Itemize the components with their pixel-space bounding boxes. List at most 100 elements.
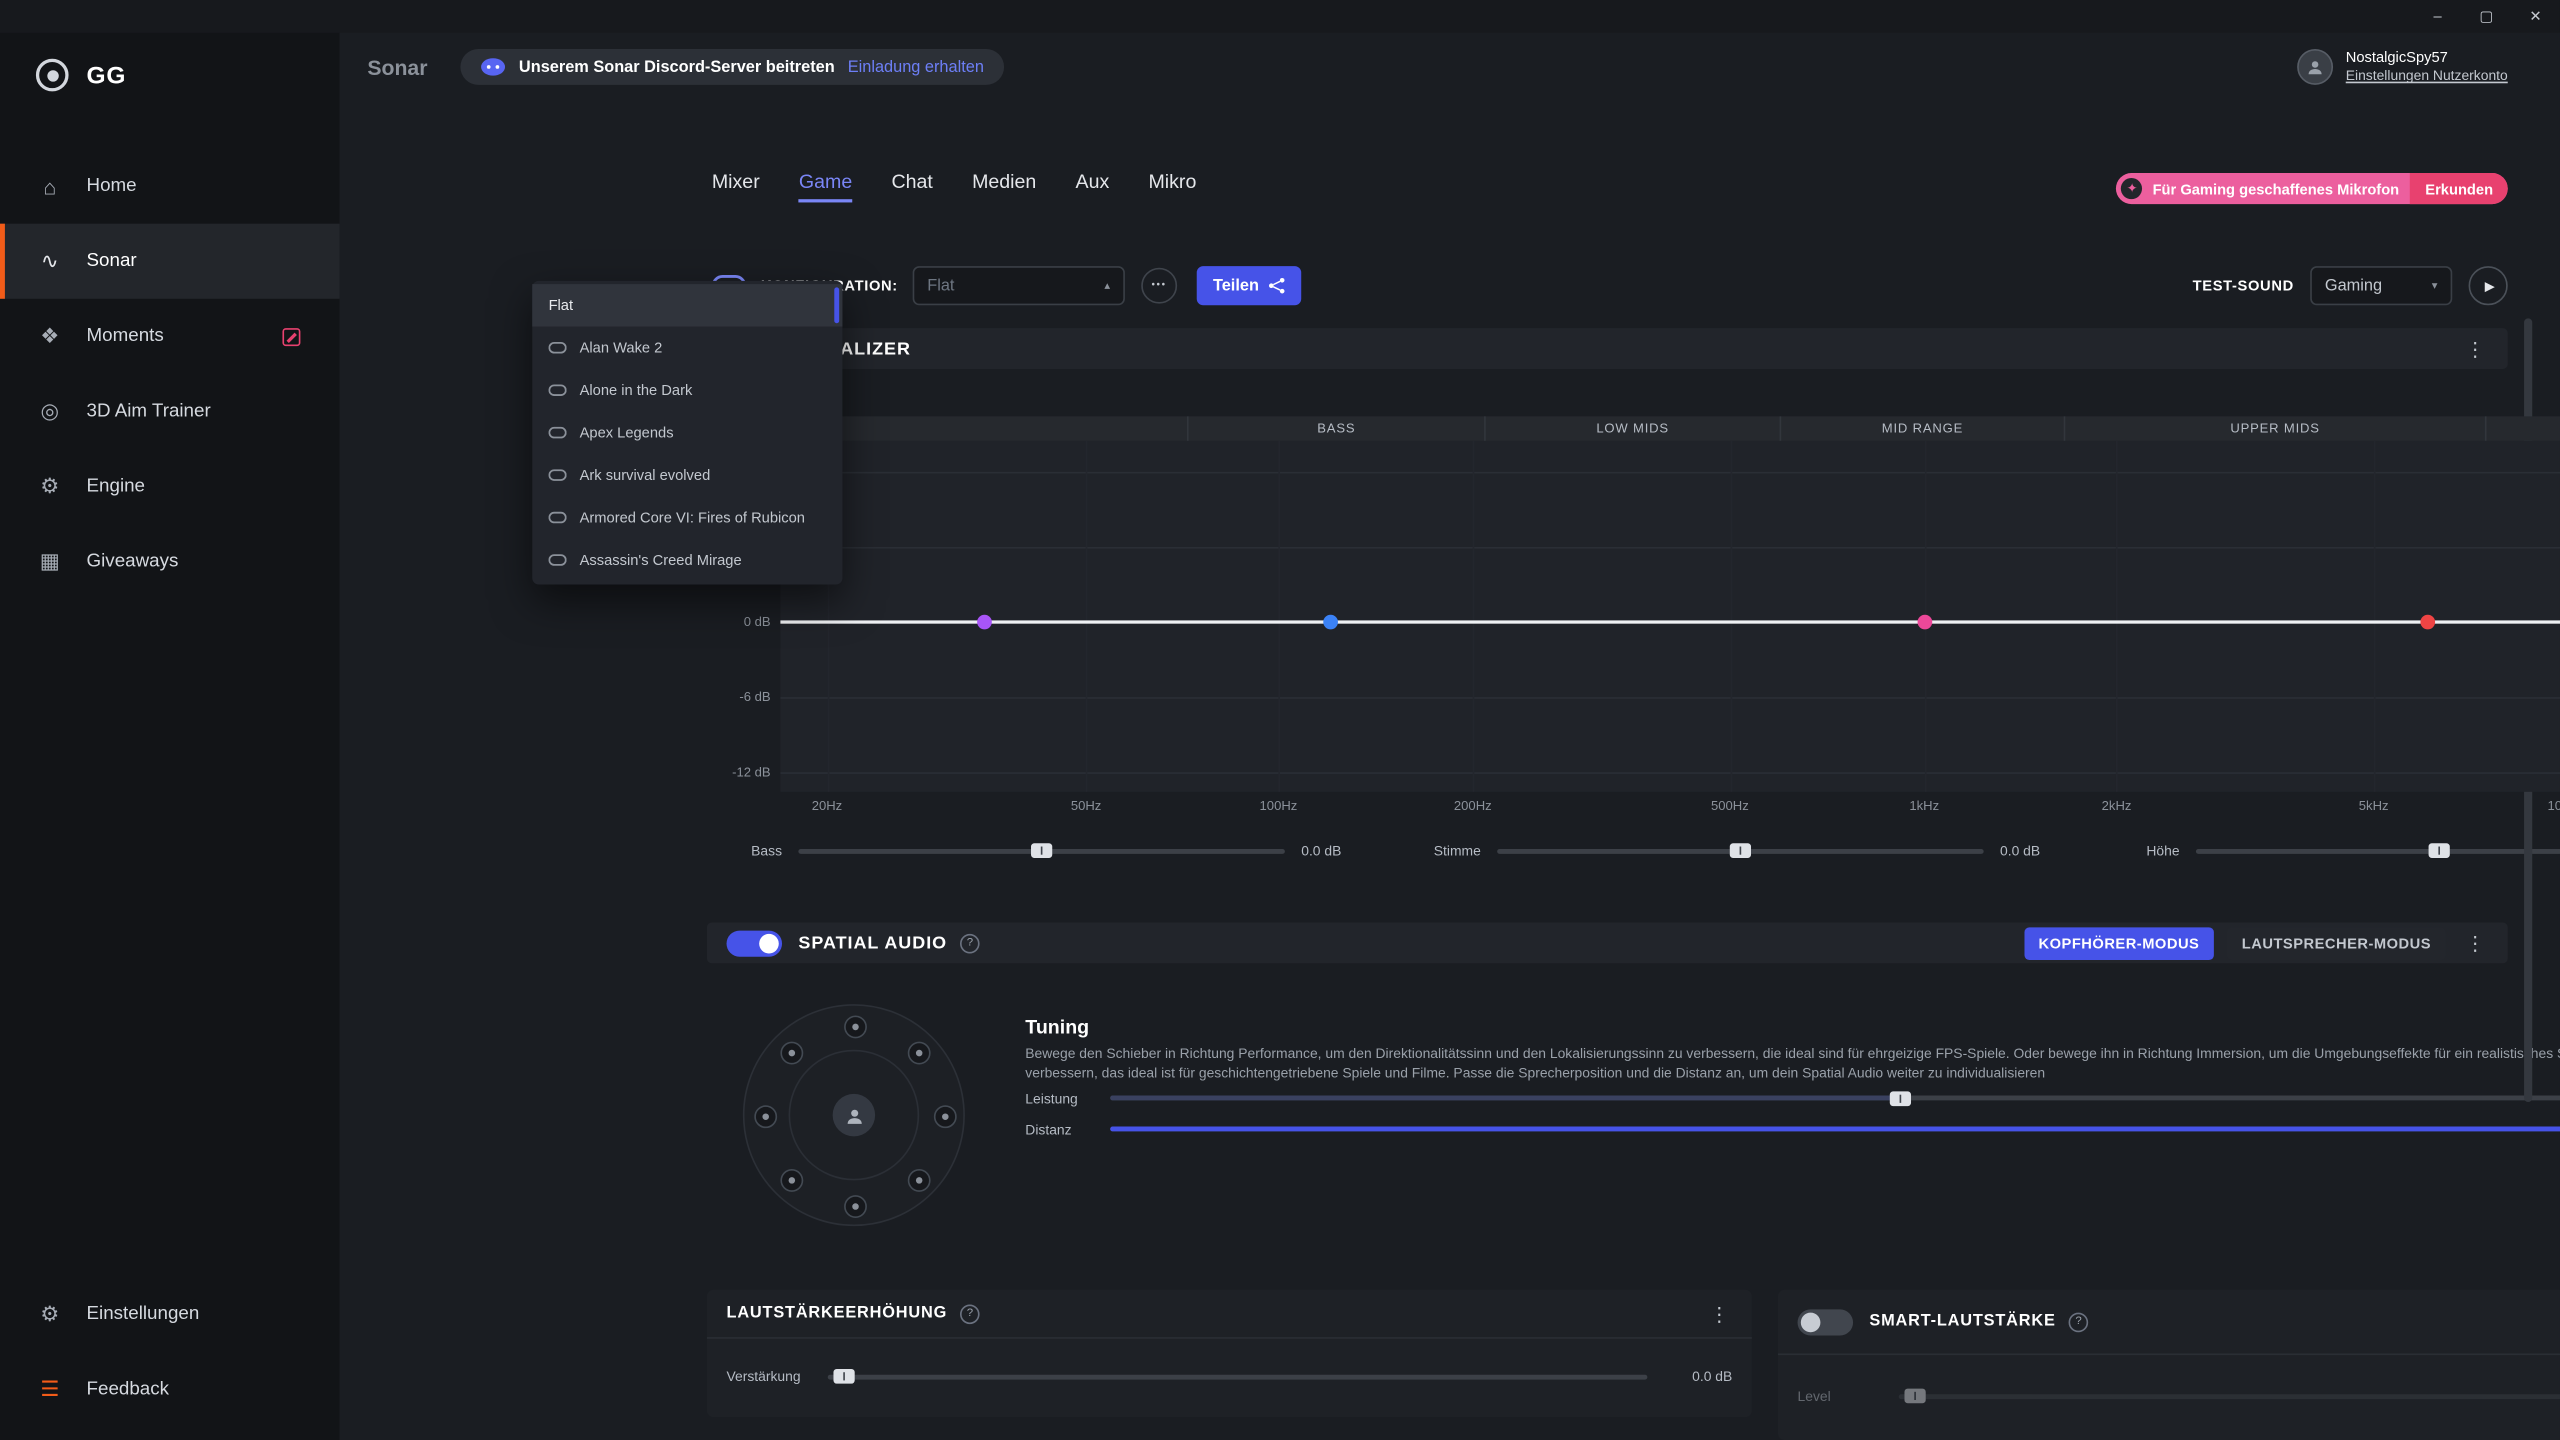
sidebar-item-sonar[interactable]: ∿ Sonar bbox=[0, 224, 340, 299]
speaker-icon[interactable] bbox=[844, 1016, 867, 1039]
equalizer-header: EQUALIZER ⋮ bbox=[707, 328, 2508, 369]
sidebar-item-einstellungen[interactable]: ⚙ Einstellungen bbox=[0, 1277, 340, 1352]
mic-promo-cta-button[interactable]: Erkunden bbox=[2411, 173, 2508, 204]
sidebar-item-feedback[interactable]: ☰ Feedback bbox=[0, 1352, 340, 1427]
eq-node[interactable] bbox=[978, 615, 993, 630]
configuration-more-button[interactable]: ••• bbox=[1141, 268, 1177, 304]
eq-node[interactable] bbox=[1324, 615, 1339, 630]
dropdown-scrollbar[interactable] bbox=[834, 287, 839, 323]
bass-slider-label: Bass bbox=[707, 842, 782, 858]
configuration-select[interactable]: Flat ▴ bbox=[913, 266, 1125, 305]
hoehe-slider[interactable] bbox=[2196, 848, 2560, 853]
speaker-mode-button[interactable]: LAUTSPRECHER-MODUS bbox=[2227, 927, 2446, 960]
dropdown-item-flat[interactable]: Flat bbox=[532, 284, 842, 326]
headphone-mode-button[interactable]: KOPFHÖRER-MODUS bbox=[2024, 927, 2214, 960]
sidebar-item-engine[interactable]: ⚙ Engine bbox=[0, 449, 340, 524]
speaker-icon[interactable] bbox=[754, 1105, 777, 1128]
sidebar-item-home[interactable]: ⌂ Home bbox=[0, 149, 340, 224]
gain-slider-value: 0.0 dB bbox=[1664, 1368, 1733, 1384]
eq-band-midrange: MID RANGE bbox=[1781, 416, 2065, 440]
speaker-icon[interactable] bbox=[780, 1042, 803, 1065]
sidebar-item-giveaways[interactable]: ▦ Giveaways bbox=[0, 524, 340, 599]
hoehe-slider-handle[interactable] bbox=[2429, 843, 2450, 858]
smart-volume-toggle[interactable] bbox=[1798, 1309, 1854, 1335]
dropdown-item-armored-core-vi[interactable]: Armored Core VI: Fires of Rubicon bbox=[532, 496, 842, 538]
eq-node[interactable] bbox=[1917, 615, 1932, 630]
mic-promo-text: Für Gaming geschaffenes Mikrofon bbox=[2153, 180, 2400, 196]
speaker-icon[interactable] bbox=[780, 1169, 803, 1192]
slider-fill bbox=[1110, 1096, 1900, 1101]
dropdown-item-assassins-creed-mirage[interactable]: Assassin's Creed Mirage bbox=[532, 539, 842, 581]
sidebar-item-moments[interactable]: ❖ Moments bbox=[0, 299, 340, 374]
mic-promo-badge[interactable]: ✦ Für Gaming geschaffenes Mikrofon Erkun… bbox=[2117, 173, 2508, 204]
discord-banner[interactable]: Unserem Sonar Discord-Server beitreten E… bbox=[460, 49, 1003, 85]
bass-slider[interactable] bbox=[798, 848, 1285, 853]
distance-label: Distanz bbox=[1025, 1121, 1100, 1137]
performance-slider[interactable] bbox=[1110, 1096, 2560, 1101]
spatial-audio-header: SPATIAL AUDIO ? KOPFHÖRER-MODUS LAUTSPRE… bbox=[707, 922, 2508, 963]
configuration-select-value: Flat bbox=[927, 277, 954, 295]
gg-logo[interactable]: GG bbox=[0, 33, 340, 111]
dropdown-item-apex-legends[interactable]: Apex Legends bbox=[532, 411, 842, 453]
speaker-icon[interactable] bbox=[844, 1195, 867, 1218]
speaker-icon[interactable] bbox=[908, 1042, 931, 1065]
dropdown-item-label: Armored Core VI: Fires of Rubicon bbox=[580, 509, 805, 525]
speaker-icon[interactable] bbox=[908, 1169, 931, 1192]
volume-boost-help-icon[interactable]: ? bbox=[960, 1304, 980, 1324]
game-icon bbox=[549, 341, 567, 354]
tab-chat[interactable]: Chat bbox=[891, 170, 932, 203]
dropdown-item-label: Apex Legends bbox=[580, 424, 674, 440]
gain-slider-handle[interactable] bbox=[834, 1369, 855, 1384]
tuning-title: Tuning bbox=[1025, 1016, 1089, 1039]
dropdown-item-ark-survival-evolved[interactable]: Ark survival evolved bbox=[532, 454, 842, 496]
listener-icon[interactable] bbox=[833, 1094, 875, 1136]
distance-slider[interactable] bbox=[1110, 1127, 2560, 1132]
x-label: 10kHz bbox=[2547, 798, 2560, 813]
game-icon bbox=[549, 553, 567, 566]
window-maximize-button[interactable]: ▢ bbox=[2462, 0, 2511, 33]
spatial-help-icon[interactable]: ? bbox=[960, 933, 980, 953]
smart-volume-header: SMART-LAUTSTÄRKE ? ⋮ bbox=[1778, 1290, 2560, 1355]
level-slider-handle bbox=[1905, 1389, 1926, 1404]
equalizer-menu-button[interactable]: ⋮ bbox=[2462, 337, 2488, 360]
tab-mixer[interactable]: Mixer bbox=[712, 170, 760, 203]
eq-graph[interactable] bbox=[780, 441, 2560, 792]
gain-slider[interactable] bbox=[828, 1374, 1648, 1379]
test-sound-select[interactable]: Gaming ▾ bbox=[2310, 266, 2452, 305]
share-icon bbox=[1269, 278, 1285, 294]
x-label: 20Hz bbox=[812, 798, 843, 813]
test-sound-play-button[interactable]: ▶ bbox=[2469, 266, 2508, 305]
eq-node[interactable] bbox=[2421, 615, 2436, 630]
chevron-up-icon: ▴ bbox=[1091, 279, 1110, 292]
window-close-button[interactable]: ✕ bbox=[2511, 0, 2560, 33]
sidebar-item-3d-aim-trainer[interactable]: ◎ 3D Aim Trainer bbox=[0, 374, 340, 449]
tab-aux[interactable]: Aux bbox=[1076, 170, 1110, 203]
account-settings-link[interactable]: Einstellungen Nutzerkonto bbox=[2346, 67, 2508, 85]
smart-volume-help-icon[interactable]: ? bbox=[2069, 1312, 2089, 1332]
tab-game[interactable]: Game bbox=[799, 170, 852, 203]
performance-slider-handle[interactable] bbox=[1890, 1091, 1911, 1106]
sidebar-item-label: Moments bbox=[87, 327, 164, 347]
speaker-icon[interactable] bbox=[934, 1105, 957, 1128]
dropdown-item-alan-wake-2[interactable]: Alan Wake 2 bbox=[532, 327, 842, 369]
discord-invite-link[interactable]: Einladung erhalten bbox=[848, 58, 984, 76]
stimme-slider-handle[interactable] bbox=[1730, 843, 1751, 858]
tab-mikro[interactable]: Mikro bbox=[1148, 170, 1196, 203]
window-minimize-button[interactable]: – bbox=[2413, 0, 2462, 33]
share-button[interactable]: Teilen bbox=[1197, 266, 1302, 305]
spatial-audio-toggle[interactable] bbox=[727, 930, 783, 956]
bass-slider-value: 0.0 dB bbox=[1301, 842, 1373, 858]
spatial-menu-button[interactable]: ⋮ bbox=[2462, 931, 2488, 954]
screen: – ▢ ✕ GG ⌂ Home ∿ Sonar ❖ Moments ◎ bbox=[0, 0, 2560, 1440]
discord-banner-text: Unserem Sonar Discord-Server beitreten bbox=[519, 58, 835, 76]
stimme-slider[interactable] bbox=[1497, 848, 1984, 853]
bass-slider-row: Bass 0.0 dB bbox=[707, 839, 1373, 862]
gridline bbox=[780, 697, 2560, 699]
bass-slider-handle[interactable] bbox=[1031, 843, 1052, 858]
account-menu[interactable]: NostalgicSpy57 Einstellungen Nutzerkonto bbox=[2297, 48, 2508, 85]
tab-medien[interactable]: Medien bbox=[972, 170, 1036, 203]
volume-boost-menu-button[interactable]: ⋮ bbox=[1706, 1302, 1732, 1325]
discord-icon bbox=[480, 57, 506, 77]
dropdown-item-alone-in-the-dark[interactable]: Alone in the Dark bbox=[532, 369, 842, 411]
home-icon: ⌂ bbox=[36, 174, 64, 198]
